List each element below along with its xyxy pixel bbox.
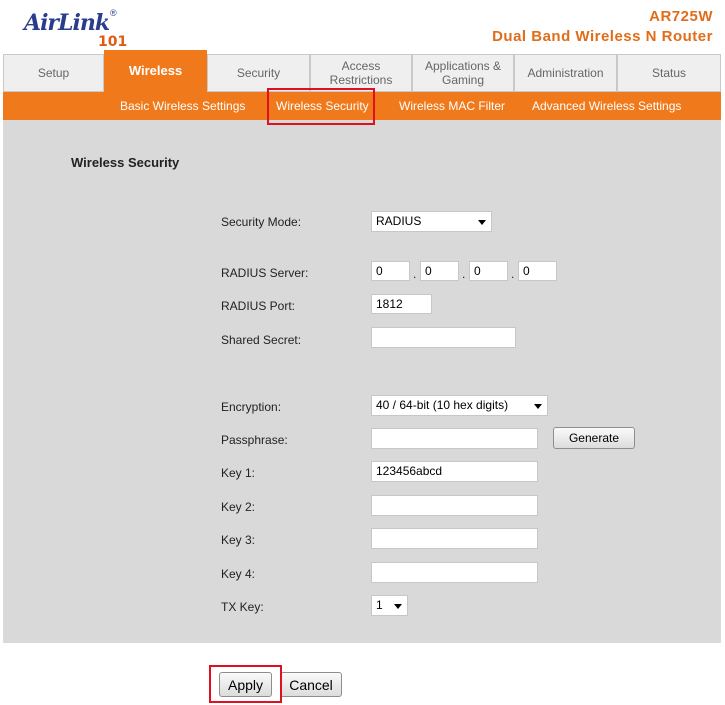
key4-input[interactable] (371, 562, 538, 583)
txkey-select[interactable]: 1 (371, 595, 408, 616)
key3-input[interactable] (371, 528, 538, 549)
radius-port-input[interactable]: 1812 (371, 294, 432, 314)
apply-button[interactable]: Apply (219, 672, 272, 697)
tab-access-restrictions[interactable]: Access Restrictions (310, 54, 412, 92)
radius-port-label: RADIUS Port: (221, 299, 296, 313)
header: AirLink ® 101 AR725W Dual Band Wireless … (0, 0, 725, 52)
tab-security[interactable]: Security (207, 54, 310, 92)
key1-input[interactable]: 123456abcd (371, 461, 538, 482)
key1-label: Key 1: (221, 466, 256, 480)
security-mode-value: RADIUS (376, 214, 422, 228)
subnav-wireless-mac-filter[interactable]: Wireless MAC Filter (399, 92, 505, 120)
subnav-basic-wireless-settings[interactable]: Basic Wireless Settings (120, 92, 245, 120)
encryption-select[interactable]: 40 / 64-bit (10 hex digits) (371, 395, 548, 416)
passphrase-label: Passphrase: (221, 433, 288, 447)
content-panel (3, 120, 721, 643)
radius-server-octet-2[interactable]: 0 (420, 261, 459, 281)
txkey-value: 1 (376, 598, 383, 612)
dropdown-arrow-icon (534, 404, 542, 409)
key4-label: Key 4: (221, 567, 256, 581)
key2-input[interactable] (371, 495, 538, 516)
logo-registered-mark: ® (110, 8, 117, 18)
dropdown-arrow-icon (394, 604, 402, 609)
shared-secret-label: Shared Secret: (221, 333, 302, 347)
passphrase-input[interactable] (371, 428, 538, 449)
security-mode-select[interactable]: RADIUS (371, 211, 492, 232)
tab-applications-gaming[interactable]: Applications & Gaming (412, 54, 514, 92)
tab-status[interactable]: Status (617, 54, 721, 92)
wireless-subnav: Basic Wireless Settings Wireless Securit… (3, 92, 721, 120)
tab-administration[interactable]: Administration (514, 54, 617, 92)
ip-dot: . (511, 267, 515, 281)
radius-server-octet-4[interactable]: 0 (518, 261, 557, 281)
subnav-advanced-wireless-settings[interactable]: Advanced Wireless Settings (532, 92, 681, 120)
dropdown-arrow-icon (478, 220, 486, 225)
shared-secret-input[interactable] (371, 327, 516, 348)
ip-dot: . (462, 267, 466, 281)
main-tabs: Setup Wireless Security Access Restrictio… (3, 50, 721, 92)
product-name: Dual Band Wireless N Router (492, 28, 713, 45)
airlink-logo: AirLink ® 101 (10, 4, 130, 50)
model-name: AR725W (649, 8, 713, 25)
ip-dot: . (413, 267, 417, 281)
encryption-label: Encryption: (221, 400, 282, 414)
key2-label: Key 2: (221, 500, 256, 514)
logo-text: AirLink (24, 10, 110, 36)
tab-wireless[interactable]: Wireless (104, 50, 207, 92)
encryption-value: 40 / 64-bit (10 hex digits) (376, 398, 509, 412)
section-title: Wireless Security (71, 155, 180, 170)
txkey-label: TX Key: (221, 600, 264, 614)
key3-label: Key 3: (221, 533, 256, 547)
subnav-wireless-security[interactable]: Wireless Security (276, 92, 369, 120)
radius-server-octet-3[interactable]: 0 (469, 261, 508, 281)
cancel-button[interactable]: Cancel (280, 672, 342, 697)
tab-setup[interactable]: Setup (3, 54, 104, 92)
security-mode-label: Security Mode: (221, 215, 302, 229)
logo-101: 101 (98, 34, 128, 50)
radius-server-octet-1[interactable]: 0 (371, 261, 410, 281)
generate-button[interactable]: Generate (553, 427, 635, 449)
radius-server-label: RADIUS Server: (221, 266, 309, 280)
